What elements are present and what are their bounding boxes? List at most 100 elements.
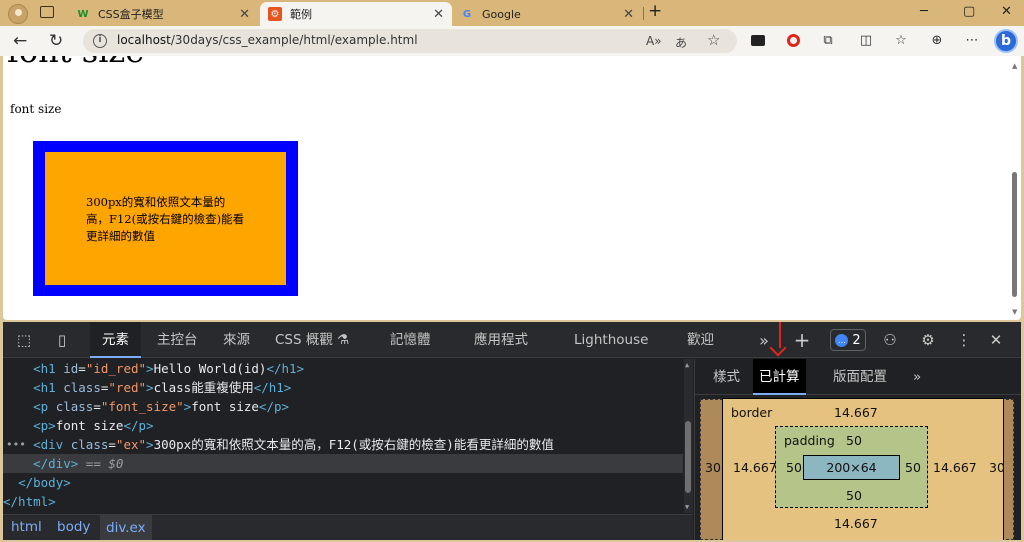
border-left-value: 14.667 bbox=[733, 460, 777, 475]
close-window-button[interactable]: ✕ bbox=[1001, 4, 1012, 19]
scroll-up-icon[interactable]: ▲ bbox=[1012, 62, 1017, 70]
tab-actions-icon[interactable] bbox=[40, 6, 54, 18]
padding-top-value: 50 bbox=[846, 433, 862, 448]
page-viewport: font size font size 300px的寬和依照文本量的高，F12(… bbox=[3, 56, 1021, 320]
tab-styles[interactable]: 樣式 bbox=[707, 359, 746, 395]
tab-lighthouse[interactable]: Lighthouse bbox=[570, 322, 652, 358]
dom-node[interactable]: <p>font size</p> bbox=[3, 416, 683, 435]
side-tabs: 樣式 已計算 版面配置 » bbox=[695, 359, 1021, 395]
page-heading: font size bbox=[7, 56, 144, 70]
breadcrumb-html[interactable]: html bbox=[11, 519, 42, 535]
dom-node[interactable]: </html> bbox=[3, 492, 683, 511]
annotation-arrow bbox=[779, 322, 781, 348]
close-tab-icon[interactable]: ✕ bbox=[239, 7, 250, 22]
tab-elements[interactable]: 元素 bbox=[90, 322, 141, 358]
extensions-puzzle-icon[interactable]: ⧉ bbox=[820, 32, 836, 48]
scroll-thumb[interactable] bbox=[685, 421, 691, 493]
padding-left-value: 50 bbox=[786, 460, 802, 475]
extension-screen-icon[interactable] bbox=[750, 32, 766, 48]
split-screen-icon[interactable]: ◫ bbox=[858, 32, 874, 48]
read-aloud-icon[interactable]: A» bbox=[646, 34, 662, 48]
close-devtools-icon[interactable]: ✕ bbox=[987, 331, 1005, 349]
more-options-icon[interactable]: ⋮ bbox=[955, 331, 973, 349]
elements-tree: <h1 id="id_red">Hello World(id)</h1> <h1… bbox=[3, 359, 693, 513]
device-toolbar-icon[interactable]: ▯ bbox=[53, 331, 71, 349]
scroll-up-icon[interactable]: ▲ bbox=[685, 361, 689, 369]
tab-console[interactable]: 主控台 bbox=[153, 322, 202, 358]
tab-title: CSS盒子模型 bbox=[98, 8, 164, 21]
tab-divider bbox=[643, 7, 644, 20]
refresh-icon[interactable]: ↻ bbox=[49, 31, 63, 51]
maximize-button[interactable]: ▢ bbox=[963, 4, 975, 19]
new-tab-button[interactable]: + bbox=[648, 1, 662, 21]
tab-css-box-model[interactable]: W CSS盒子模型 ✕ bbox=[68, 2, 258, 26]
border-bottom-value: 14.667 bbox=[834, 516, 878, 531]
tab-sources[interactable]: 來源 bbox=[219, 322, 254, 358]
dom-node[interactable]: </body> bbox=[3, 473, 683, 492]
padding-bottom-value: 50 bbox=[846, 488, 862, 503]
settings-gear-icon[interactable]: ⚙ bbox=[919, 331, 937, 349]
minimize-button[interactable]: ─ bbox=[920, 4, 928, 19]
node-actions-ellipsis-icon[interactable]: ••• bbox=[6, 435, 26, 454]
issues-badge[interactable]: … 2 bbox=[830, 329, 866, 351]
border-top-value: 14.667 bbox=[834, 405, 878, 420]
border-label: border bbox=[731, 405, 773, 420]
tab-title: 範例 bbox=[290, 8, 312, 21]
padding-right-value: 50 bbox=[905, 460, 921, 475]
devtools-panel: ⬚ ▯ 元素 主控台 來源 CSS 概觀 ⚗ 記憶體 應用程式 Lighthou… bbox=[3, 322, 1021, 540]
site-info-icon[interactable]: i bbox=[93, 34, 107, 48]
collections-icon[interactable]: ⊕ bbox=[929, 32, 945, 48]
devtools-toolbar: ⬚ ▯ 元素 主控台 來源 CSS 概觀 ⚗ 記憶體 應用程式 Lighthou… bbox=[3, 322, 1021, 358]
close-tab-icon[interactable]: ✕ bbox=[433, 7, 444, 22]
tab-example[interactable]: ⚙ 範例 ✕ bbox=[260, 2, 452, 26]
scroll-down-icon[interactable]: ▼ bbox=[1012, 308, 1017, 316]
add-tool-icon[interactable]: + bbox=[793, 328, 811, 352]
favorites-icon[interactable]: ☆ bbox=[893, 32, 909, 48]
elements-scrollbar[interactable]: ▲ ▼ bbox=[684, 359, 693, 513]
dom-node-selected[interactable]: </div> == $0 bbox=[3, 454, 683, 473]
url-text[interactable]: localhost/30days/css_example/html/exampl… bbox=[117, 33, 418, 47]
scroll-thumb[interactable] bbox=[1012, 172, 1017, 297]
title-bar: W CSS盒子模型 ✕ ⚙ 範例 ✕ G Google ✕ + ─ ▢ ✕ bbox=[0, 0, 1024, 26]
tab-google[interactable]: G Google ✕ bbox=[452, 2, 642, 26]
tab-css-overview[interactable]: CSS 概觀 ⚗ bbox=[271, 322, 353, 358]
issues-count: 2 bbox=[852, 332, 861, 348]
tab-layout[interactable]: 版面配置 bbox=[827, 359, 893, 395]
breadcrumb-div-ex[interactable]: div.ex bbox=[100, 515, 152, 540]
close-tab-icon[interactable]: ✕ bbox=[623, 7, 634, 22]
translate-icon[interactable]: あ bbox=[675, 34, 687, 51]
example-box: 300px的寬和依照文本量的高，F12(或按右鍵的檢查)能看更詳細的數值 bbox=[33, 141, 298, 296]
example-box-content: 300px的寬和依照文本量的高，F12(或按右鍵的檢查)能看更詳細的數值 bbox=[45, 152, 286, 285]
tab-computed[interactable]: 已計算 bbox=[753, 359, 806, 395]
opera-extension-icon[interactable] bbox=[785, 32, 801, 48]
dom-node[interactable]: ••• <div class="ex">300px的寬和依照文本量的高，F12(… bbox=[3, 435, 683, 454]
more-panels-chevron-icon[interactable]: » bbox=[907, 359, 927, 395]
breadcrumb-body[interactable]: body bbox=[57, 519, 90, 535]
favorite-star-icon[interactable]: ☆ bbox=[707, 31, 720, 49]
more-menu-icon[interactable]: ⋯ bbox=[964, 32, 980, 48]
back-icon[interactable]: ← bbox=[13, 31, 27, 51]
dom-node[interactable]: <p class="font_size">font size</p> bbox=[3, 397, 683, 416]
box-model-content: 200×64 bbox=[803, 455, 900, 480]
page-paragraph: font size bbox=[10, 102, 62, 116]
customize-icon[interactable]: ⚇ bbox=[881, 331, 899, 349]
code-favicon-icon: ⚙ bbox=[268, 7, 282, 21]
google-favicon-icon: G bbox=[462, 8, 472, 20]
tab-title: Google bbox=[482, 7, 521, 21]
scroll-down-icon[interactable]: ▼ bbox=[685, 503, 689, 511]
inspect-element-icon[interactable]: ⬚ bbox=[15, 331, 33, 349]
dom-node[interactable]: <h1 class="red">class能重複使用</h1> bbox=[3, 378, 683, 397]
message-icon: … bbox=[835, 333, 849, 347]
padding-label: padding bbox=[784, 433, 835, 448]
bing-copilot-icon[interactable]: b bbox=[994, 29, 1018, 53]
dom-node[interactable]: <h1 id="id_red">Hello World(id)</h1> bbox=[3, 359, 683, 378]
w-favicon-icon: W bbox=[77, 8, 89, 20]
address-bar[interactable]: i localhost/30days/css_example/html/exam… bbox=[83, 29, 737, 53]
tab-welcome[interactable]: 歡迎 bbox=[683, 322, 718, 358]
computed-panel: 樣式 已計算 版面配置 » 200×64 30 30 border 14.667… bbox=[694, 359, 1021, 540]
tab-memory[interactable]: 記憶體 bbox=[386, 322, 435, 358]
tab-application[interactable]: 應用程式 bbox=[470, 322, 532, 358]
profile-avatar[interactable] bbox=[8, 4, 28, 24]
page-scrollbar[interactable]: ▲ ▼ bbox=[1012, 62, 1018, 316]
border-right-value: 14.667 bbox=[933, 460, 977, 475]
